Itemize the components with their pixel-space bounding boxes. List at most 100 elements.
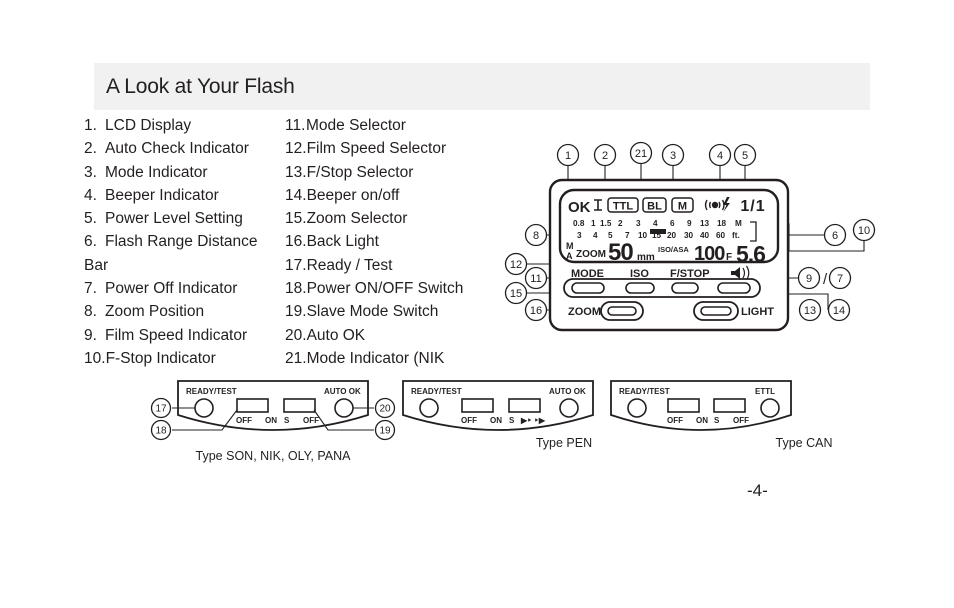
panel-1-switch1-off: OFF xyxy=(236,416,252,425)
list-item-number: 17. xyxy=(285,256,307,274)
svg-text:21: 21 xyxy=(635,148,647,160)
callout-20: 20 xyxy=(374,397,396,419)
panel-2-switch2-s: S xyxy=(509,416,515,425)
panel-3-switch1-off: OFF xyxy=(667,416,683,425)
svg-text:16: 16 xyxy=(530,305,542,317)
list-item-label: Film Speed Selector xyxy=(306,140,447,158)
svg-text:5: 5 xyxy=(742,150,748,162)
callout-18: 18 xyxy=(150,419,172,441)
list-item-label: Power Level Setting xyxy=(105,210,243,228)
lcd-iso-label: ISO/ASA xyxy=(658,245,689,254)
svg-text:15: 15 xyxy=(652,231,662,240)
lcd-zoom-mode-a: A xyxy=(566,251,573,261)
svg-text:19: 19 xyxy=(379,426,391,437)
panel-2-slave-switch[interactable] xyxy=(508,398,541,413)
panel-2-caption: Type PEN xyxy=(536,436,592,450)
panel-type-pen: READY/TEST OFF ON S ▶‣ ‣▶ AUTO OK Type P… xyxy=(402,380,594,450)
button-label-zoom: ZOOM xyxy=(568,306,601,318)
svg-text:1/1: 1/1 xyxy=(740,198,765,215)
list-item-number: 6. xyxy=(84,233,97,251)
svg-text:14: 14 xyxy=(833,305,845,317)
light-button[interactable] xyxy=(700,306,732,316)
list-item: 16. Back Light xyxy=(285,230,505,253)
panel-3-ready-test-button[interactable] xyxy=(627,398,647,418)
panel-3-slave-switch[interactable] xyxy=(713,398,746,413)
svg-text:4: 4 xyxy=(593,231,598,240)
list-item-label: Power Off Indicator xyxy=(105,280,238,298)
lcd-zoom-value: 50 xyxy=(608,239,633,266)
flash-type-panels: READY/TEST OFF ON S OFF AUTO OK Type SON… xyxy=(148,370,848,480)
panel-1-auto-label: AUTO OK xyxy=(324,387,361,396)
mode-button[interactable] xyxy=(571,282,605,294)
button-label-light: LIGHT xyxy=(741,306,774,318)
list-item-number: 9. xyxy=(84,326,97,344)
fstop-button[interactable] xyxy=(671,282,699,294)
list-item-number: 12. xyxy=(285,140,307,158)
list-item-number: 14. xyxy=(285,186,307,204)
panel-1-power-switch[interactable] xyxy=(236,398,269,413)
callout-13: 13 xyxy=(798,298,822,322)
svg-text:1: 1 xyxy=(565,150,571,162)
panel-2-ready-test-button[interactable] xyxy=(419,398,439,418)
list-item-label: Flash Range Distance xyxy=(105,233,258,251)
list-item-number: 10. xyxy=(84,349,106,367)
manual-page: A Look at Your Flash 1. LCD Display 2. Aut… xyxy=(0,0,954,608)
panel-type-son-nik-oly-pana: READY/TEST OFF ON S OFF AUTO OK Type SON… xyxy=(150,380,396,463)
svg-text:3: 3 xyxy=(577,231,582,240)
svg-text:0.8: 0.8 xyxy=(573,219,585,228)
list-item: 6. Flash Range Distance xyxy=(84,230,284,253)
list-item: 12. Film Speed Selector xyxy=(285,137,505,160)
panel-3-ettl-button[interactable] xyxy=(760,398,780,418)
lcd-mode-bl: BL xyxy=(642,197,667,213)
svg-text:30: 30 xyxy=(684,231,694,240)
svg-text:18: 18 xyxy=(717,219,727,228)
flash-control-panel-diagram: OK TTL BL M 1/1 0.8 1 1.5 2 3 4 6 9 13 1… xyxy=(498,138,890,348)
lcd-zoom-unit: mm xyxy=(637,252,655,263)
lcd-fstop-value: 5.6 xyxy=(736,241,765,267)
svg-text:1.5: 1.5 xyxy=(600,219,612,228)
panel-1-auto-ok-button[interactable] xyxy=(334,398,354,418)
lcd-ok-indicator: OK xyxy=(568,199,591,216)
list-item: 15. Zoom Selector xyxy=(285,207,505,230)
list-item-label: Zoom Position xyxy=(105,303,205,321)
list-item: 4. Beeper Indicator xyxy=(84,184,284,207)
list-item-label: Power ON/OFF Switch xyxy=(306,280,464,298)
panel-3-switch1-on: ON xyxy=(696,416,708,425)
callout-4: 4 xyxy=(708,143,732,167)
list-item-number: 11. xyxy=(285,117,306,134)
beeper-button[interactable] xyxy=(717,282,751,294)
panel-2-auto-ok-button[interactable] xyxy=(559,398,579,418)
svg-text:6: 6 xyxy=(832,230,838,242)
lcd-mode-ttl-label: TTL xyxy=(613,201,633,213)
svg-text:7: 7 xyxy=(837,273,843,285)
list-item-label: Mode Selector xyxy=(306,117,406,134)
svg-text:11: 11 xyxy=(530,273,541,285)
list-item: 9. Film Speed Indicator xyxy=(84,324,284,347)
list-item-label: Beeper on/off xyxy=(306,186,400,204)
svg-text:15: 15 xyxy=(510,288,522,300)
iso-button[interactable] xyxy=(625,282,655,294)
svg-text:13: 13 xyxy=(700,219,710,228)
panel-1-ready-test-button[interactable] xyxy=(194,398,214,418)
panel-2-power-switch[interactable] xyxy=(461,398,494,413)
panel-1-caption: Type SON, NIK, OLY, PANA xyxy=(196,449,352,463)
panel-1-switch2-s: S xyxy=(284,416,290,425)
callout-12: 12 xyxy=(504,252,528,276)
list-item-number: 3. xyxy=(84,163,97,181)
list-item-number: 16. xyxy=(285,233,307,251)
callout-15: 15 xyxy=(504,281,528,305)
list-item: 11. Mode Selector xyxy=(285,114,505,137)
panel-1-slave-switch[interactable] xyxy=(283,398,316,413)
zoom-button[interactable] xyxy=(607,306,637,316)
panel-3-switch2-s: S xyxy=(714,416,720,425)
list-item-number: 15. xyxy=(285,210,307,228)
list-item: 7. Power Off Indicator xyxy=(84,277,284,300)
svg-text:60: 60 xyxy=(716,231,726,240)
list-item-label: Mode Indicator (NIK xyxy=(306,349,445,367)
list-item-number: 21. xyxy=(285,349,307,367)
list-item: 10. F-Stop Indicator xyxy=(84,347,284,370)
callout-separator: / xyxy=(823,271,828,288)
panel-3-power-switch[interactable] xyxy=(667,398,700,413)
list-item-number: 2. xyxy=(84,140,97,158)
list-item-label: Auto OK xyxy=(306,326,366,344)
